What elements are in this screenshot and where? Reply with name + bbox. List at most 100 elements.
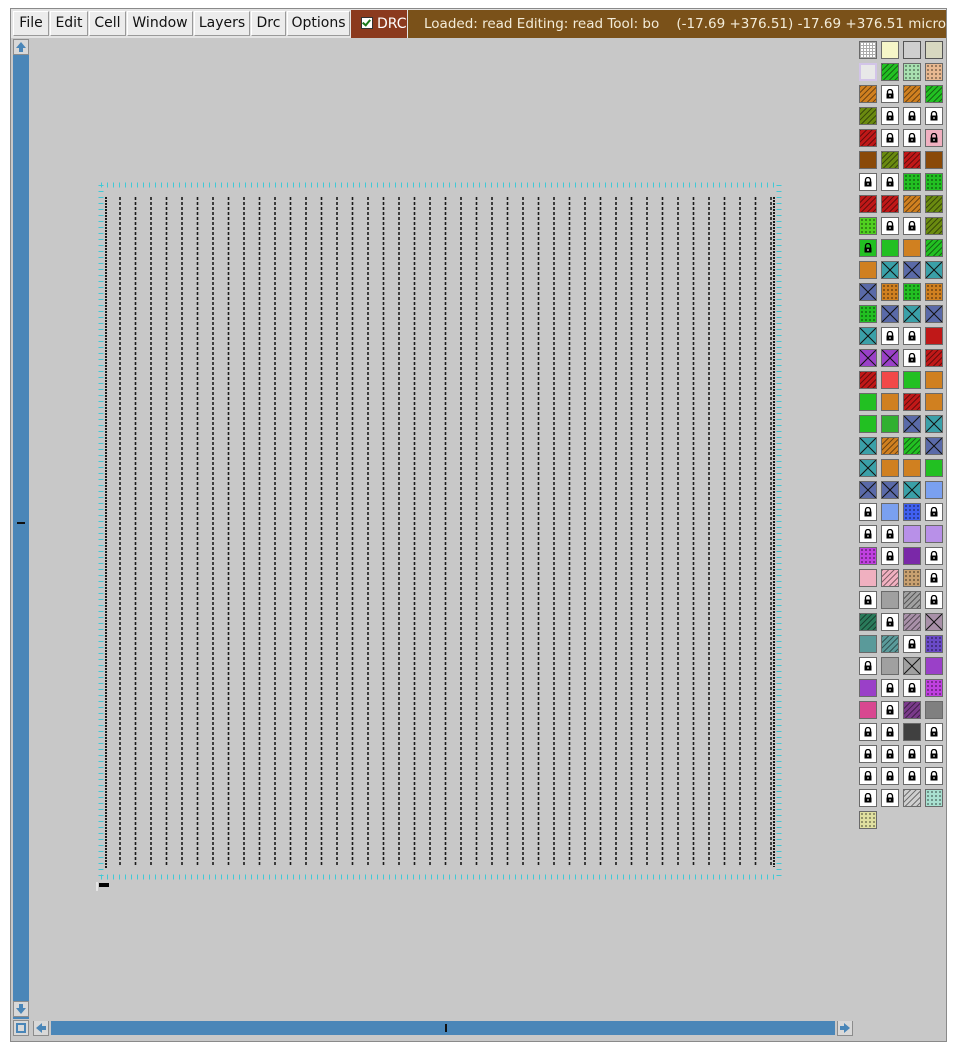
layer-swatch[interactable] (859, 811, 877, 829)
layer-swatch[interactable] (903, 195, 921, 213)
layer-lock-swatch[interactable] (859, 239, 877, 257)
layer-swatch[interactable] (903, 459, 921, 477)
layer-swatch[interactable] (925, 195, 943, 213)
layer-lock-swatch[interactable] (881, 547, 899, 565)
layer-swatch[interactable] (859, 85, 877, 103)
layer-swatch[interactable] (903, 63, 921, 81)
layer-lock-swatch[interactable] (881, 327, 899, 345)
layer-lock-swatch[interactable] (881, 701, 899, 719)
layer-swatch[interactable] (859, 151, 877, 169)
drc-checkbox[interactable] (361, 17, 373, 29)
layer-swatch[interactable] (859, 63, 877, 81)
layer-lock-swatch[interactable] (925, 767, 943, 785)
layer-swatch[interactable] (881, 305, 899, 323)
layer-swatch[interactable] (903, 547, 921, 565)
layer-swatch[interactable] (859, 613, 877, 631)
layer-swatch[interactable] (859, 437, 877, 455)
layer-lock-swatch[interactable] (881, 767, 899, 785)
layer-lock-swatch[interactable] (881, 789, 899, 807)
layer-swatch[interactable] (903, 371, 921, 389)
layer-swatch[interactable] (925, 261, 943, 279)
layer-swatch[interactable] (881, 393, 899, 411)
layer-swatch[interactable] (903, 305, 921, 323)
layer-swatch[interactable] (881, 569, 899, 587)
menu-window[interactable]: Window (127, 11, 193, 36)
layer-swatch[interactable] (925, 481, 943, 499)
menu-options[interactable]: Options (287, 11, 350, 36)
layer-lock-swatch[interactable] (903, 349, 921, 367)
layer-swatch[interactable] (859, 283, 877, 301)
layer-swatch[interactable] (881, 151, 899, 169)
layer-swatch[interactable] (925, 525, 943, 543)
layer-swatch[interactable] (925, 85, 943, 103)
drc-toggle[interactable]: DRC (351, 10, 407, 38)
layer-swatch[interactable] (881, 459, 899, 477)
layer-swatch[interactable] (881, 261, 899, 279)
layer-swatch[interactable] (859, 107, 877, 125)
layer-lock-swatch[interactable] (881, 723, 899, 741)
layer-swatch[interactable] (925, 63, 943, 81)
layer-swatch[interactable] (903, 85, 921, 103)
layer-swatch[interactable] (881, 63, 899, 81)
layer-swatch[interactable] (925, 393, 943, 411)
layer-swatch[interactable] (903, 393, 921, 411)
menu-drc[interactable]: Drc (251, 11, 286, 36)
layer-swatch[interactable] (859, 129, 877, 147)
layer-swatch[interactable] (881, 283, 899, 301)
menu-edit[interactable]: Edit (50, 11, 88, 36)
layer-swatch[interactable] (903, 723, 921, 741)
zoom-fit-icon[interactable] (13, 1020, 29, 1036)
layer-lock-swatch[interactable] (903, 767, 921, 785)
layer-swatch[interactable] (859, 41, 877, 59)
layer-swatch[interactable] (859, 305, 877, 323)
down-arrow-icon[interactable] (13, 1001, 29, 1017)
up-arrow-icon[interactable] (13, 39, 29, 55)
layer-lock-swatch[interactable] (925, 569, 943, 587)
menu-layers[interactable]: Layers (194, 11, 250, 36)
layer-swatch[interactable] (925, 239, 943, 257)
layer-lock-swatch[interactable] (903, 129, 921, 147)
layer-lock-swatch[interactable] (881, 613, 899, 631)
layer-swatch[interactable] (881, 635, 899, 653)
layer-lock-swatch[interactable] (925, 591, 943, 609)
layer-swatch[interactable] (925, 701, 943, 719)
layer-lock-swatch[interactable] (881, 173, 899, 191)
layer-swatch[interactable] (881, 239, 899, 257)
layer-swatch[interactable] (903, 789, 921, 807)
layer-swatch[interactable] (903, 569, 921, 587)
layer-swatch[interactable] (881, 657, 899, 675)
layer-lock-swatch[interactable] (859, 525, 877, 543)
layer-swatch[interactable] (925, 459, 943, 477)
layer-swatch[interactable] (881, 415, 899, 433)
layer-lock-swatch[interactable] (925, 745, 943, 763)
layer-swatch[interactable] (859, 415, 877, 433)
layer-swatch[interactable] (881, 371, 899, 389)
layer-swatch[interactable] (925, 371, 943, 389)
layer-lock-swatch[interactable] (881, 85, 899, 103)
layer-lock-swatch[interactable] (925, 503, 943, 521)
layer-swatch[interactable] (903, 415, 921, 433)
layer-swatch[interactable] (903, 503, 921, 521)
layer-swatch[interactable] (859, 371, 877, 389)
layer-lock-swatch[interactable] (881, 217, 899, 235)
layer-swatch[interactable] (925, 305, 943, 323)
vertical-scroll-thumb[interactable] (17, 522, 25, 524)
layer-swatch[interactable] (903, 437, 921, 455)
layer-lock-swatch[interactable] (903, 327, 921, 345)
layer-lock-swatch[interactable] (859, 745, 877, 763)
layer-swatch[interactable] (859, 459, 877, 477)
right-arrow-icon[interactable] (837, 1020, 853, 1036)
layer-lock-swatch[interactable] (903, 745, 921, 763)
layer-lock-swatch[interactable] (859, 789, 877, 807)
menu-file[interactable]: File (13, 11, 49, 36)
layer-lock-swatch[interactable] (859, 657, 877, 675)
layer-swatch[interactable] (903, 239, 921, 257)
layer-swatch[interactable] (925, 437, 943, 455)
layer-swatch[interactable] (859, 481, 877, 499)
layer-swatch[interactable] (881, 481, 899, 499)
layer-lock-swatch[interactable] (903, 679, 921, 697)
layer-lock-swatch[interactable] (859, 723, 877, 741)
layer-swatch[interactable] (881, 591, 899, 609)
layer-swatch[interactable] (903, 613, 921, 631)
layer-lock-swatch[interactable] (881, 745, 899, 763)
